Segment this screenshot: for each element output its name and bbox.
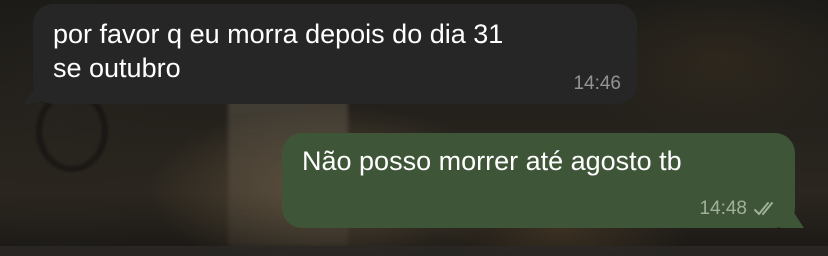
bottom-bar (0, 246, 828, 256)
message-timestamp: 14:46 (573, 73, 621, 94)
message-meta: 14:46 (573, 73, 621, 95)
message-text: por favor q eu morra depois do dia 31 se… (53, 19, 504, 83)
message-timestamp: 14:48 (699, 198, 747, 219)
message-bubble-incoming[interactable]: por favor q eu morra depois do dia 31 se… (33, 4, 637, 104)
message-bubble-outgoing[interactable]: Não posso morrer até agosto tb 14:48 (282, 133, 795, 228)
message-meta: 14:48 (699, 198, 779, 220)
double-check-icon (753, 201, 779, 217)
message-text: Não posso morrer até agosto tb (302, 146, 682, 176)
